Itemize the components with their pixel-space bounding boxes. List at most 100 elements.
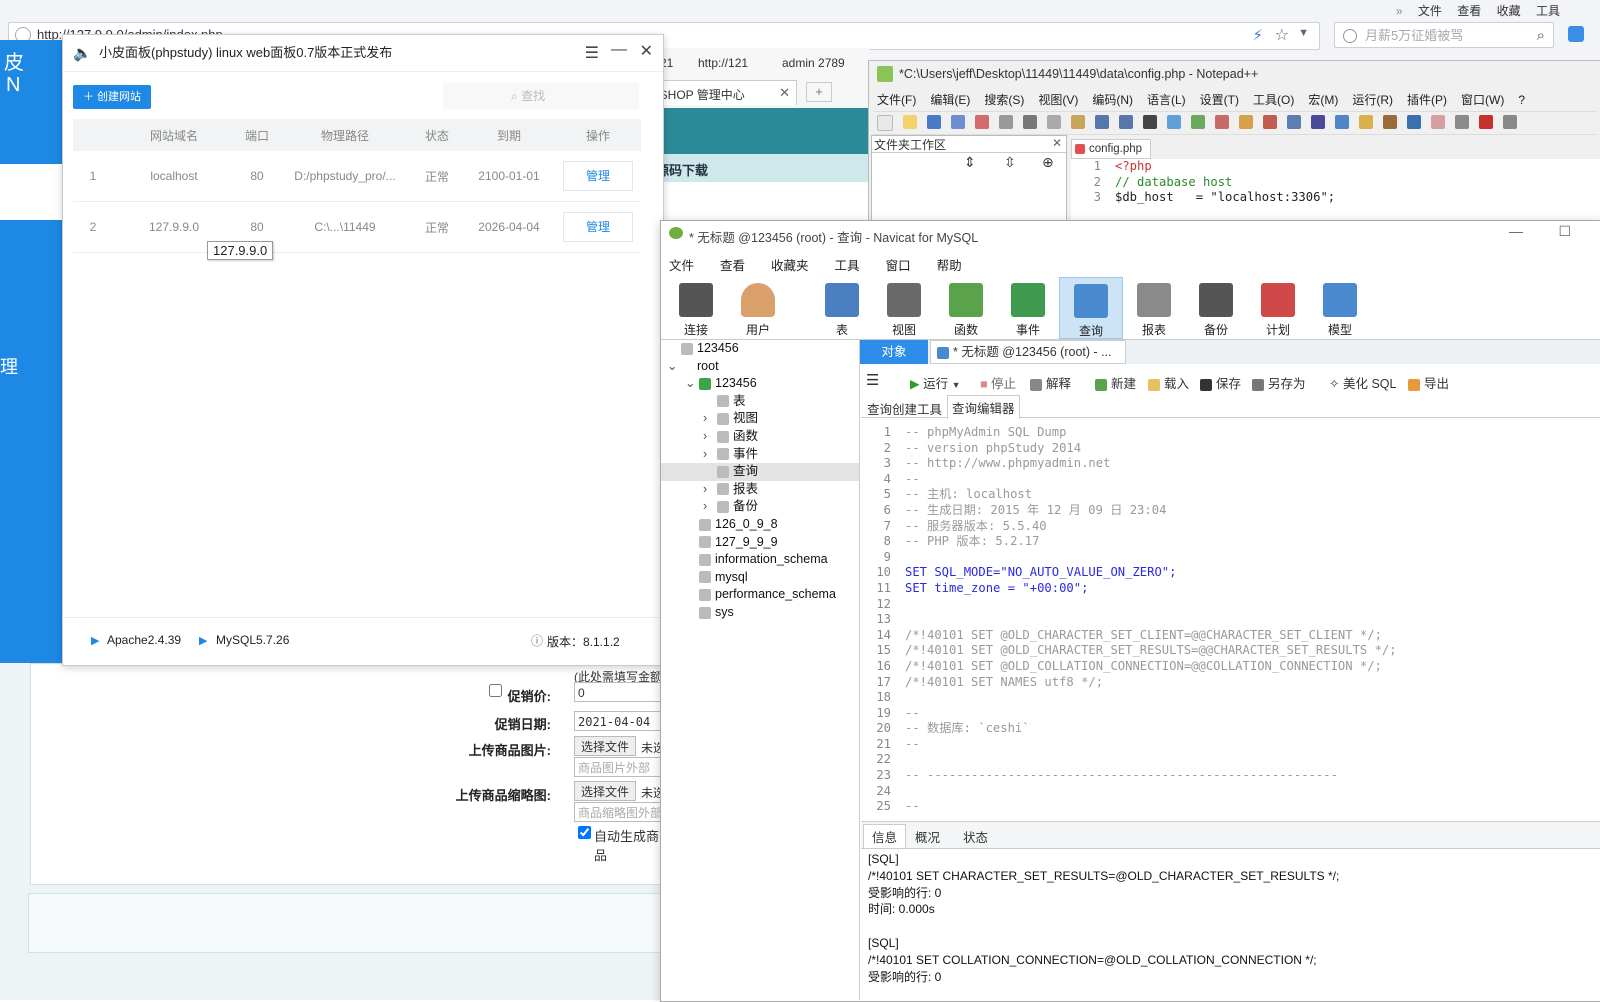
close-file-icon[interactable]	[975, 115, 989, 129]
search-icon[interactable]: ⌕	[1537, 23, 1545, 49]
tab-status[interactable]: 状态	[963, 827, 988, 846]
tree-item[interactable]: › 视图	[661, 410, 859, 428]
stop-macro-icon[interactable]	[1503, 115, 1517, 129]
browser-search-input[interactable]: 月薪5万征婚被骂 ⌕	[1334, 22, 1554, 48]
tab-profile[interactable]: 概况	[915, 827, 940, 846]
browser-menu-file[interactable]: 文件	[1418, 4, 1442, 18]
menu-icon[interactable]: ☰	[585, 43, 599, 63]
browser-menu-favorites[interactable]: 收藏	[1497, 4, 1521, 18]
toolbar-query[interactable]: 查询	[1059, 277, 1123, 339]
beautify-sql-button[interactable]: ✧ 美化 SQL	[1329, 373, 1396, 392]
explain-button[interactable]: 解释	[1030, 373, 1071, 392]
new-tab-button[interactable]: +	[806, 82, 832, 102]
toolbar-view[interactable]: 视图	[873, 277, 935, 339]
close-icon[interactable]: ✕	[1052, 136, 1062, 150]
toolbar-schedule[interactable]: 计划	[1247, 277, 1309, 339]
browser-tab-ecshop[interactable]: CSHOP 管理中心 ✕	[650, 80, 797, 105]
auto-generate-checkbox[interactable]	[578, 826, 591, 839]
stop-button[interactable]: ■ 停止	[980, 373, 1016, 392]
redo-icon[interactable]	[1119, 115, 1133, 129]
save-button[interactable]: 保存	[1200, 373, 1241, 392]
tree-item[interactable]: ⌄ root	[661, 358, 859, 376]
chevron-icon[interactable]: ⌄	[667, 358, 681, 376]
toolbar-connect[interactable]: 连接	[665, 277, 727, 339]
npp-menu-window[interactable]: 窗口(W)	[1461, 93, 1504, 107]
export-button[interactable]: 导出	[1408, 373, 1449, 392]
hamburger-icon[interactable]: ☰	[866, 371, 879, 389]
sidebar-item-manage[interactable]: 理	[0, 353, 18, 379]
replace-icon[interactable]	[1167, 115, 1181, 129]
tab-query[interactable]: * 无标题 @123456 (root) - ...	[930, 340, 1126, 364]
wrap-icon[interactable]	[1287, 115, 1301, 129]
tree-item[interactable]: › 函数	[661, 428, 859, 446]
locate-icon[interactable]: ⊕	[1042, 154, 1054, 171]
nav-menu-view[interactable]: 查看	[720, 259, 745, 273]
undo-icon[interactable]	[1095, 115, 1109, 129]
maximize-icon[interactable]: ☐	[1558, 223, 1571, 240]
function-list-icon[interactable]	[1407, 115, 1421, 129]
tree-item[interactable]: ⌄ 123456	[661, 375, 859, 393]
nav-menu-tools[interactable]: 工具	[835, 259, 860, 273]
npp-menu-edit[interactable]: 编辑(E)	[930, 93, 970, 107]
zoom-in-icon[interactable]	[1191, 115, 1205, 129]
tree-item[interactable]: 126_0_9_8	[661, 516, 859, 534]
cut-icon[interactable]	[1023, 115, 1037, 129]
chevron-down-icon[interactable]: ▼	[1298, 27, 1309, 39]
tree-item[interactable]: sys	[661, 604, 859, 622]
bookmark-2[interactable]: http://121	[698, 56, 748, 70]
nav-menu-help[interactable]: 帮助	[937, 259, 962, 273]
toolbar-user[interactable]: 用户	[727, 277, 789, 339]
minimize-icon[interactable]: —	[1509, 223, 1523, 239]
folder-workspace-icon[interactable]	[1431, 115, 1445, 129]
indent-guide-icon[interactable]	[1335, 115, 1349, 129]
copy-icon[interactable]	[1047, 115, 1061, 129]
toolbar-model[interactable]: 模型	[1309, 277, 1371, 339]
toolbar-report[interactable]: 报表	[1123, 277, 1185, 339]
udl-icon[interactable]	[1359, 115, 1373, 129]
npp-menu-run[interactable]: 运行(R)	[1352, 93, 1393, 107]
tab-query-builder[interactable]: 查询创建工具	[864, 398, 945, 419]
tab-query-editor[interactable]: 查询编辑器	[947, 395, 1020, 419]
tree-item[interactable]: information_schema	[661, 551, 859, 569]
npp-menu-language[interactable]: 语言(L)	[1147, 93, 1186, 107]
chevron-icon[interactable]: ⌄	[685, 375, 699, 393]
manage-button[interactable]: 管理	[563, 212, 633, 242]
toolbar-function[interactable]: 函数	[935, 277, 997, 339]
choose-thumb-button[interactable]: 选择文件	[574, 781, 636, 801]
new-file-icon[interactable]	[877, 115, 893, 131]
promo-price-input[interactable]: 0	[574, 682, 674, 702]
chevron-icon[interactable]: ›	[703, 446, 717, 464]
find-icon[interactable]	[1143, 115, 1157, 129]
manage-button[interactable]: 管理	[563, 161, 633, 191]
play-icon[interactable]: ▶	[199, 634, 207, 647]
expand-all-icon[interactable]: ⇳	[1004, 154, 1016, 171]
lightning-icon[interactable]: ⚡	[1252, 26, 1263, 44]
doc-map-icon[interactable]	[1383, 115, 1397, 129]
tree-item[interactable]: 查询	[661, 463, 859, 481]
site-search-input[interactable]: ⌕ 查找	[443, 83, 639, 109]
image-url-input[interactable]: 商品图片外部URL	[574, 757, 674, 795]
save-icon[interactable]	[927, 115, 941, 129]
npp-menu-macro[interactable]: 宏(M)	[1308, 93, 1338, 107]
star-icon[interactable]: ☆	[1275, 25, 1289, 45]
tree-item[interactable]: 123456	[661, 340, 859, 358]
npp-menu-view[interactable]: 视图(V)	[1038, 93, 1078, 107]
tree-item[interactable]: › 报表	[661, 481, 859, 499]
collapse-all-icon[interactable]: ⇕	[964, 154, 976, 171]
bookmark-3[interactable]: admin 2789	[782, 56, 845, 70]
chevron-icon[interactable]: ›	[703, 410, 717, 428]
create-site-button[interactable]: ＋ 创建网站	[73, 85, 151, 109]
npp-menu-encoding[interactable]: 编码(N)	[1092, 93, 1133, 107]
tree-item[interactable]: 127_9_9_9	[661, 534, 859, 552]
zoom-out-icon[interactable]	[1215, 115, 1229, 129]
browser-menu-view[interactable]: 查看	[1457, 4, 1481, 18]
toolbar-event[interactable]: 事件	[997, 277, 1059, 339]
npp-menu-plugins[interactable]: 插件(P)	[1407, 93, 1447, 107]
tree-item[interactable]: › 事件	[661, 446, 859, 464]
sync-v-icon[interactable]	[1239, 115, 1253, 129]
npp-menu-file[interactable]: 文件(F)	[877, 93, 916, 107]
print-icon[interactable]	[999, 115, 1013, 129]
record-macro-icon[interactable]	[1479, 115, 1493, 129]
chevron-icon[interactable]: ›	[703, 481, 717, 499]
tree-item[interactable]: mysql	[661, 569, 859, 587]
